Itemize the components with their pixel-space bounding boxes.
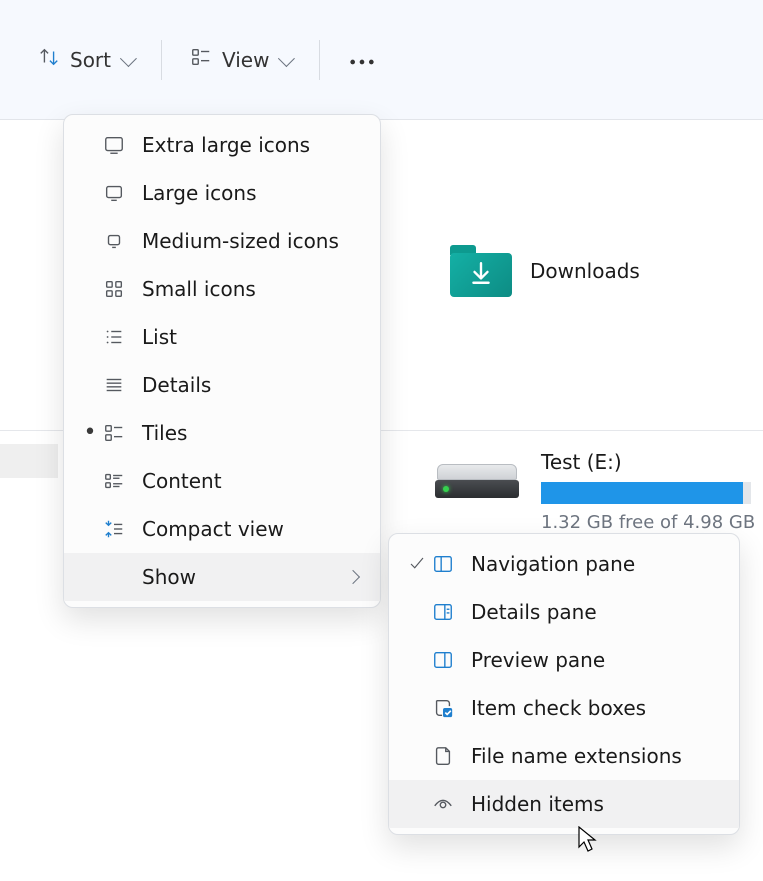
menu-item-label: Large icons: [142, 181, 364, 205]
row-hover-fragment: [0, 444, 58, 478]
toolbar-separator: [319, 40, 320, 80]
details-icon: [100, 374, 128, 396]
tile-downloads[interactable]: Downloads: [450, 245, 640, 297]
menu-item-details[interactable]: Details: [64, 361, 380, 409]
menu-item-label: Medium-sized icons: [142, 229, 364, 253]
menu-item-tiles[interactable]: • Tiles: [64, 409, 380, 457]
menu-item-label: Tiles: [142, 421, 364, 445]
drive-usage-bar: [541, 482, 751, 504]
submenu-item-label: Hidden items: [471, 792, 723, 816]
menu-item-small-icons[interactable]: Small icons: [64, 265, 380, 313]
chevron-down-icon: [120, 50, 137, 67]
toolbar-separator: [161, 40, 162, 80]
sort-button-label: Sort: [70, 48, 111, 72]
submenu-item-hidden-items[interactable]: Hidden items: [389, 780, 739, 828]
toolbar: Sort View: [0, 0, 763, 120]
view-button-label: View: [222, 48, 269, 72]
list-icon: [100, 326, 128, 348]
view-icon: [190, 46, 212, 73]
submenu-item-label: Navigation pane: [471, 552, 723, 576]
view-button[interactable]: View: [176, 38, 305, 81]
drive-usage-fill: [541, 482, 743, 504]
submenu-item-label: File name extensions: [471, 744, 723, 768]
more-icon: [348, 48, 376, 72]
menu-item-label: Small icons: [142, 277, 364, 301]
downloads-folder-icon: [450, 245, 512, 297]
drive-icon: [435, 464, 519, 498]
menu-item-label: Details: [142, 373, 364, 397]
tile-drive-test[interactable]: Test (E:) 1.32 GB free of 4.98 GB: [435, 450, 755, 533]
menu-item-extra-large-icons[interactable]: Extra large icons: [64, 121, 380, 169]
details-pane-icon: [429, 601, 457, 623]
show-submenu: Navigation pane Details pane Preview pan…: [388, 533, 740, 835]
menu-item-medium-icons[interactable]: Medium-sized icons: [64, 217, 380, 265]
menu-item-label: Content: [142, 469, 364, 493]
drive-info: Test (E:) 1.32 GB free of 4.98 GB: [541, 450, 755, 533]
chevron-down-icon: [278, 50, 295, 67]
menu-item-compact-view[interactable]: Compact view: [64, 505, 380, 553]
chevron-right-icon: [346, 570, 360, 584]
submenu-item-file-name-extensions[interactable]: File name extensions: [389, 732, 739, 780]
drive-name: Test (E:): [541, 450, 755, 474]
more-button[interactable]: [334, 40, 390, 80]
extra-large-icons-icon: [100, 134, 128, 156]
tile-label: Downloads: [530, 259, 640, 283]
sort-icon: [38, 46, 60, 73]
drive-free-text: 1.32 GB free of 4.98 GB: [541, 512, 755, 533]
menu-item-label: Show: [142, 565, 348, 589]
sort-button[interactable]: Sort: [24, 38, 147, 81]
medium-icons-icon: [100, 230, 128, 252]
selected-dot-icon: •: [80, 422, 100, 444]
item-check-boxes-icon: [429, 697, 457, 719]
preview-pane-icon: [429, 649, 457, 671]
submenu-item-preview-pane[interactable]: Preview pane: [389, 636, 739, 684]
submenu-item-label: Item check boxes: [471, 696, 723, 720]
menu-item-content[interactable]: Content: [64, 457, 380, 505]
submenu-item-item-check-boxes[interactable]: Item check boxes: [389, 684, 739, 732]
menu-item-large-icons[interactable]: Large icons: [64, 169, 380, 217]
submenu-item-label: Preview pane: [471, 648, 723, 672]
menu-item-label: List: [142, 325, 364, 349]
content-icon: [100, 470, 128, 492]
submenu-item-details-pane[interactable]: Details pane: [389, 588, 739, 636]
menu-item-label: Extra large icons: [142, 133, 364, 157]
small-icons-icon: [100, 278, 128, 300]
large-icons-icon: [100, 182, 128, 204]
navigation-pane-icon: [429, 553, 457, 575]
file-name-extensions-icon: [429, 745, 457, 767]
hidden-items-icon: [429, 793, 457, 815]
submenu-item-navigation-pane[interactable]: Navigation pane: [389, 540, 739, 588]
submenu-item-label: Details pane: [471, 600, 723, 624]
menu-item-list[interactable]: List: [64, 313, 380, 361]
menu-item-label: Compact view: [142, 517, 364, 541]
menu-item-show[interactable]: Show: [64, 553, 380, 601]
view-menu: Extra large icons Large icons Medium-siz…: [63, 114, 381, 608]
tiles-icon: [100, 422, 128, 444]
compact-view-icon: [100, 518, 128, 540]
check-icon: [405, 555, 429, 573]
